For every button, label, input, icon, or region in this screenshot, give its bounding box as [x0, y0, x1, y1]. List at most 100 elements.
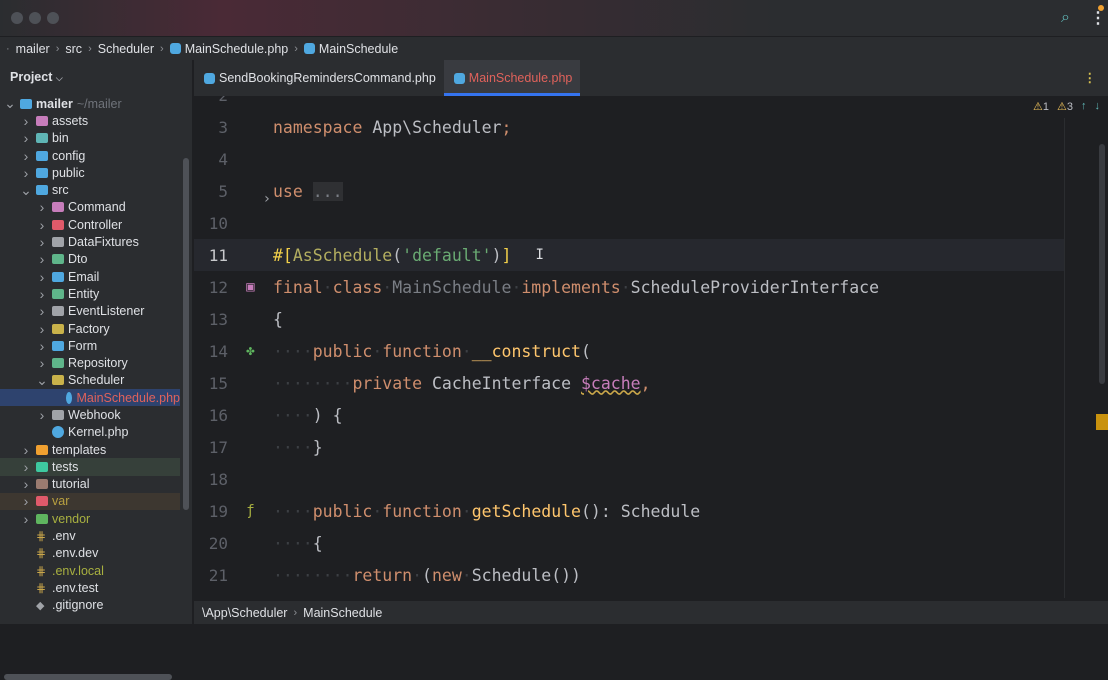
- tree-item-factory[interactable]: › Factory: [0, 320, 180, 337]
- code-line[interactable]: 11 #[AsSchedule('default')] I: [194, 239, 1064, 271]
- chevron-right-icon[interactable]: ›: [20, 165, 32, 181]
- tree-item-email[interactable]: › Email: [0, 268, 180, 285]
- breadcrumb-item[interactable]: MainSchedule.php: [169, 42, 288, 56]
- tree-item-label: Email: [68, 269, 100, 284]
- code-line[interactable]: 3 namespace App\Scheduler;: [194, 111, 1064, 143]
- code-line[interactable]: 5 › use ...: [194, 175, 1064, 207]
- chevron-down-icon[interactable]: ⌄: [20, 182, 32, 199]
- breadcrumb-item[interactable]: Scheduler: [98, 42, 154, 56]
- tree-item-assets[interactable]: › assets: [0, 112, 180, 129]
- tree-item--env-test[interactable]: ⋕ .env.test: [0, 579, 180, 596]
- tree-item--gitignore[interactable]: ◆ .gitignore: [0, 597, 180, 614]
- tree-item--env[interactable]: ⋕ .env: [0, 527, 180, 544]
- code-line[interactable]: 15 ········private CacheInterface $cache,: [194, 367, 1064, 399]
- maximize-window-button[interactable]: [47, 12, 59, 24]
- close-window-button[interactable]: [11, 12, 23, 24]
- breadcrumb-item[interactable]: MainSchedule: [303, 42, 398, 56]
- code-editor[interactable]: ⚠1 ⚠3 ↑ ↓ 23namespace App\Scheduler;45›u…: [194, 96, 1108, 601]
- breadcrumb: · mailer › src › Scheduler › MainSchedule.php › M…: [0, 36, 1108, 60]
- tree-item-dto[interactable]: › Dto: [0, 251, 180, 268]
- code-token: (: [422, 565, 432, 585]
- code-line[interactable]: 17 ····}: [194, 431, 1064, 463]
- chevron-right-icon[interactable]: ›: [36, 321, 48, 337]
- chevron-right-icon[interactable]: ›: [20, 148, 32, 164]
- code-line[interactable]: 19 ƒ ····public·function·getSchedule(): Sc…: [194, 495, 1064, 527]
- tab-sendbookingreminderscommand[interactable]: SendBookingRemindersCommand.php: [194, 60, 444, 96]
- tree-item-command[interactable]: › Command: [0, 199, 180, 216]
- code-line[interactable]: 4: [194, 143, 1064, 175]
- chevron-right-icon[interactable]: ›: [36, 217, 48, 233]
- breadcrumb-item[interactable]: mailer: [16, 42, 50, 56]
- tree-item-form[interactable]: › Form: [0, 337, 180, 354]
- chevron-right-icon[interactable]: ›: [36, 355, 48, 371]
- chevron-right-icon[interactable]: ›: [20, 130, 32, 146]
- chevron-right-icon[interactable]: ›: [36, 303, 48, 319]
- code-line[interactable]: 20 ····{: [194, 527, 1064, 559]
- tree-item-webhook[interactable]: › Webhook: [0, 406, 180, 423]
- previous-problem-icon[interactable]: ↑: [1081, 100, 1087, 113]
- code-line[interactable]: 21 ········return·(new·Schedule()): [194, 559, 1064, 591]
- sidebar-horizontal-scrollbar[interactable]: [4, 674, 172, 680]
- chevron-right-icon[interactable]: ›: [20, 442, 32, 458]
- tree-item-repository[interactable]: › Repository: [0, 354, 180, 371]
- fold-expand-icon[interactable]: ›: [263, 191, 271, 207]
- tree-item-eventlistener[interactable]: › EventListener: [0, 303, 180, 320]
- tree-item-datafixtures[interactable]: › DataFixtures: [0, 233, 180, 250]
- status-path-item[interactable]: MainSchedule: [303, 606, 382, 620]
- tree-item--env-dev[interactable]: ⋕ .env.dev: [0, 545, 180, 562]
- code-line[interactable]: 10: [194, 207, 1064, 239]
- tree-item-templates[interactable]: › templates: [0, 441, 180, 458]
- chevron-right-icon[interactable]: ›: [20, 459, 32, 475]
- code-line[interactable]: 14 ✤ ····public·function·__construct(: [194, 335, 1064, 367]
- tree-item-controller[interactable]: › Controller: [0, 216, 180, 233]
- code-line[interactable]: 12 ▣ final·class·MainSchedule·implements·S…: [194, 271, 1064, 303]
- tab-options-icon[interactable]: ⋮: [1084, 70, 1097, 85]
- chevron-right-icon[interactable]: ›: [36, 338, 48, 354]
- plugin-icon[interactable]: ✤: [246, 343, 254, 359]
- chevron-right-icon[interactable]: ›: [20, 493, 32, 509]
- class-icon[interactable]: ▣: [246, 279, 254, 295]
- more-menu-icon[interactable]: ⋮: [1090, 8, 1106, 28]
- chevron-right-icon[interactable]: ›: [36, 251, 48, 267]
- tree-item-tutorial[interactable]: › tutorial: [0, 476, 180, 493]
- code-line[interactable]: 13 {: [194, 303, 1064, 335]
- chevron-right-icon[interactable]: ›: [36, 199, 48, 215]
- tree-item-scheduler[interactable]: ⌄ Scheduler: [0, 372, 180, 389]
- search-icon[interactable]: ⌕: [1061, 9, 1070, 27]
- chevron-right-icon[interactable]: ›: [20, 511, 32, 527]
- chevron-right-icon[interactable]: ›: [36, 269, 48, 285]
- tree-item--env-local[interactable]: ⋕ .env.local: [0, 562, 180, 579]
- chevron-right-icon[interactable]: ›: [20, 476, 32, 492]
- tree-item-public[interactable]: › public: [0, 164, 180, 181]
- tree-item-mainschedule-php[interactable]: MainSchedule.php: [0, 389, 180, 407]
- chevron-right-icon[interactable]: ›: [20, 113, 32, 129]
- minimize-window-button[interactable]: [29, 12, 41, 24]
- chevron-right-icon[interactable]: ›: [36, 407, 48, 423]
- chevron-right-icon[interactable]: ›: [36, 234, 48, 250]
- tree-item-kernel-php[interactable]: Kernel.php: [0, 424, 180, 441]
- code-line[interactable]: 2: [194, 96, 1064, 111]
- breadcrumb-item[interactable]: src: [65, 42, 82, 56]
- editor-scrollbar[interactable]: [1099, 144, 1105, 384]
- tree-item-config[interactable]: › config: [0, 147, 180, 164]
- code-token: final: [273, 277, 323, 297]
- tree-item-bin[interactable]: › bin: [0, 130, 180, 147]
- tree-item-src[interactable]: ⌄ src: [0, 181, 180, 198]
- tree-item-mailer[interactable]: ⌄ mailer ~/mailer: [0, 95, 180, 112]
- project-view-selector[interactable]: Project ⌵: [10, 70, 63, 84]
- chevron-right-icon[interactable]: ›: [36, 286, 48, 302]
- chevron-down-icon[interactable]: ⌄: [36, 372, 48, 389]
- next-problem-icon[interactable]: ↓: [1095, 100, 1101, 113]
- tree-item-vendor[interactable]: › vendor: [0, 510, 180, 527]
- status-path-item[interactable]: \App\Scheduler: [202, 606, 287, 620]
- chevron-down-icon[interactable]: ⌄: [4, 95, 16, 112]
- tree-item-entity[interactable]: › Entity: [0, 285, 180, 302]
- tree-item-tests[interactable]: › tests: [0, 458, 180, 476]
- tab-mainschedule[interactable]: MainSchedule.php: [443, 60, 581, 96]
- warning-marker[interactable]: [1096, 414, 1108, 430]
- code-line[interactable]: 16 ····) {: [194, 399, 1064, 431]
- code-line[interactable]: 18: [194, 463, 1064, 495]
- implement-icon[interactable]: ƒ: [246, 503, 254, 519]
- sidebar-vertical-scrollbar[interactable]: [183, 158, 189, 510]
- tree-item-var[interactable]: › var: [0, 492, 180, 511]
